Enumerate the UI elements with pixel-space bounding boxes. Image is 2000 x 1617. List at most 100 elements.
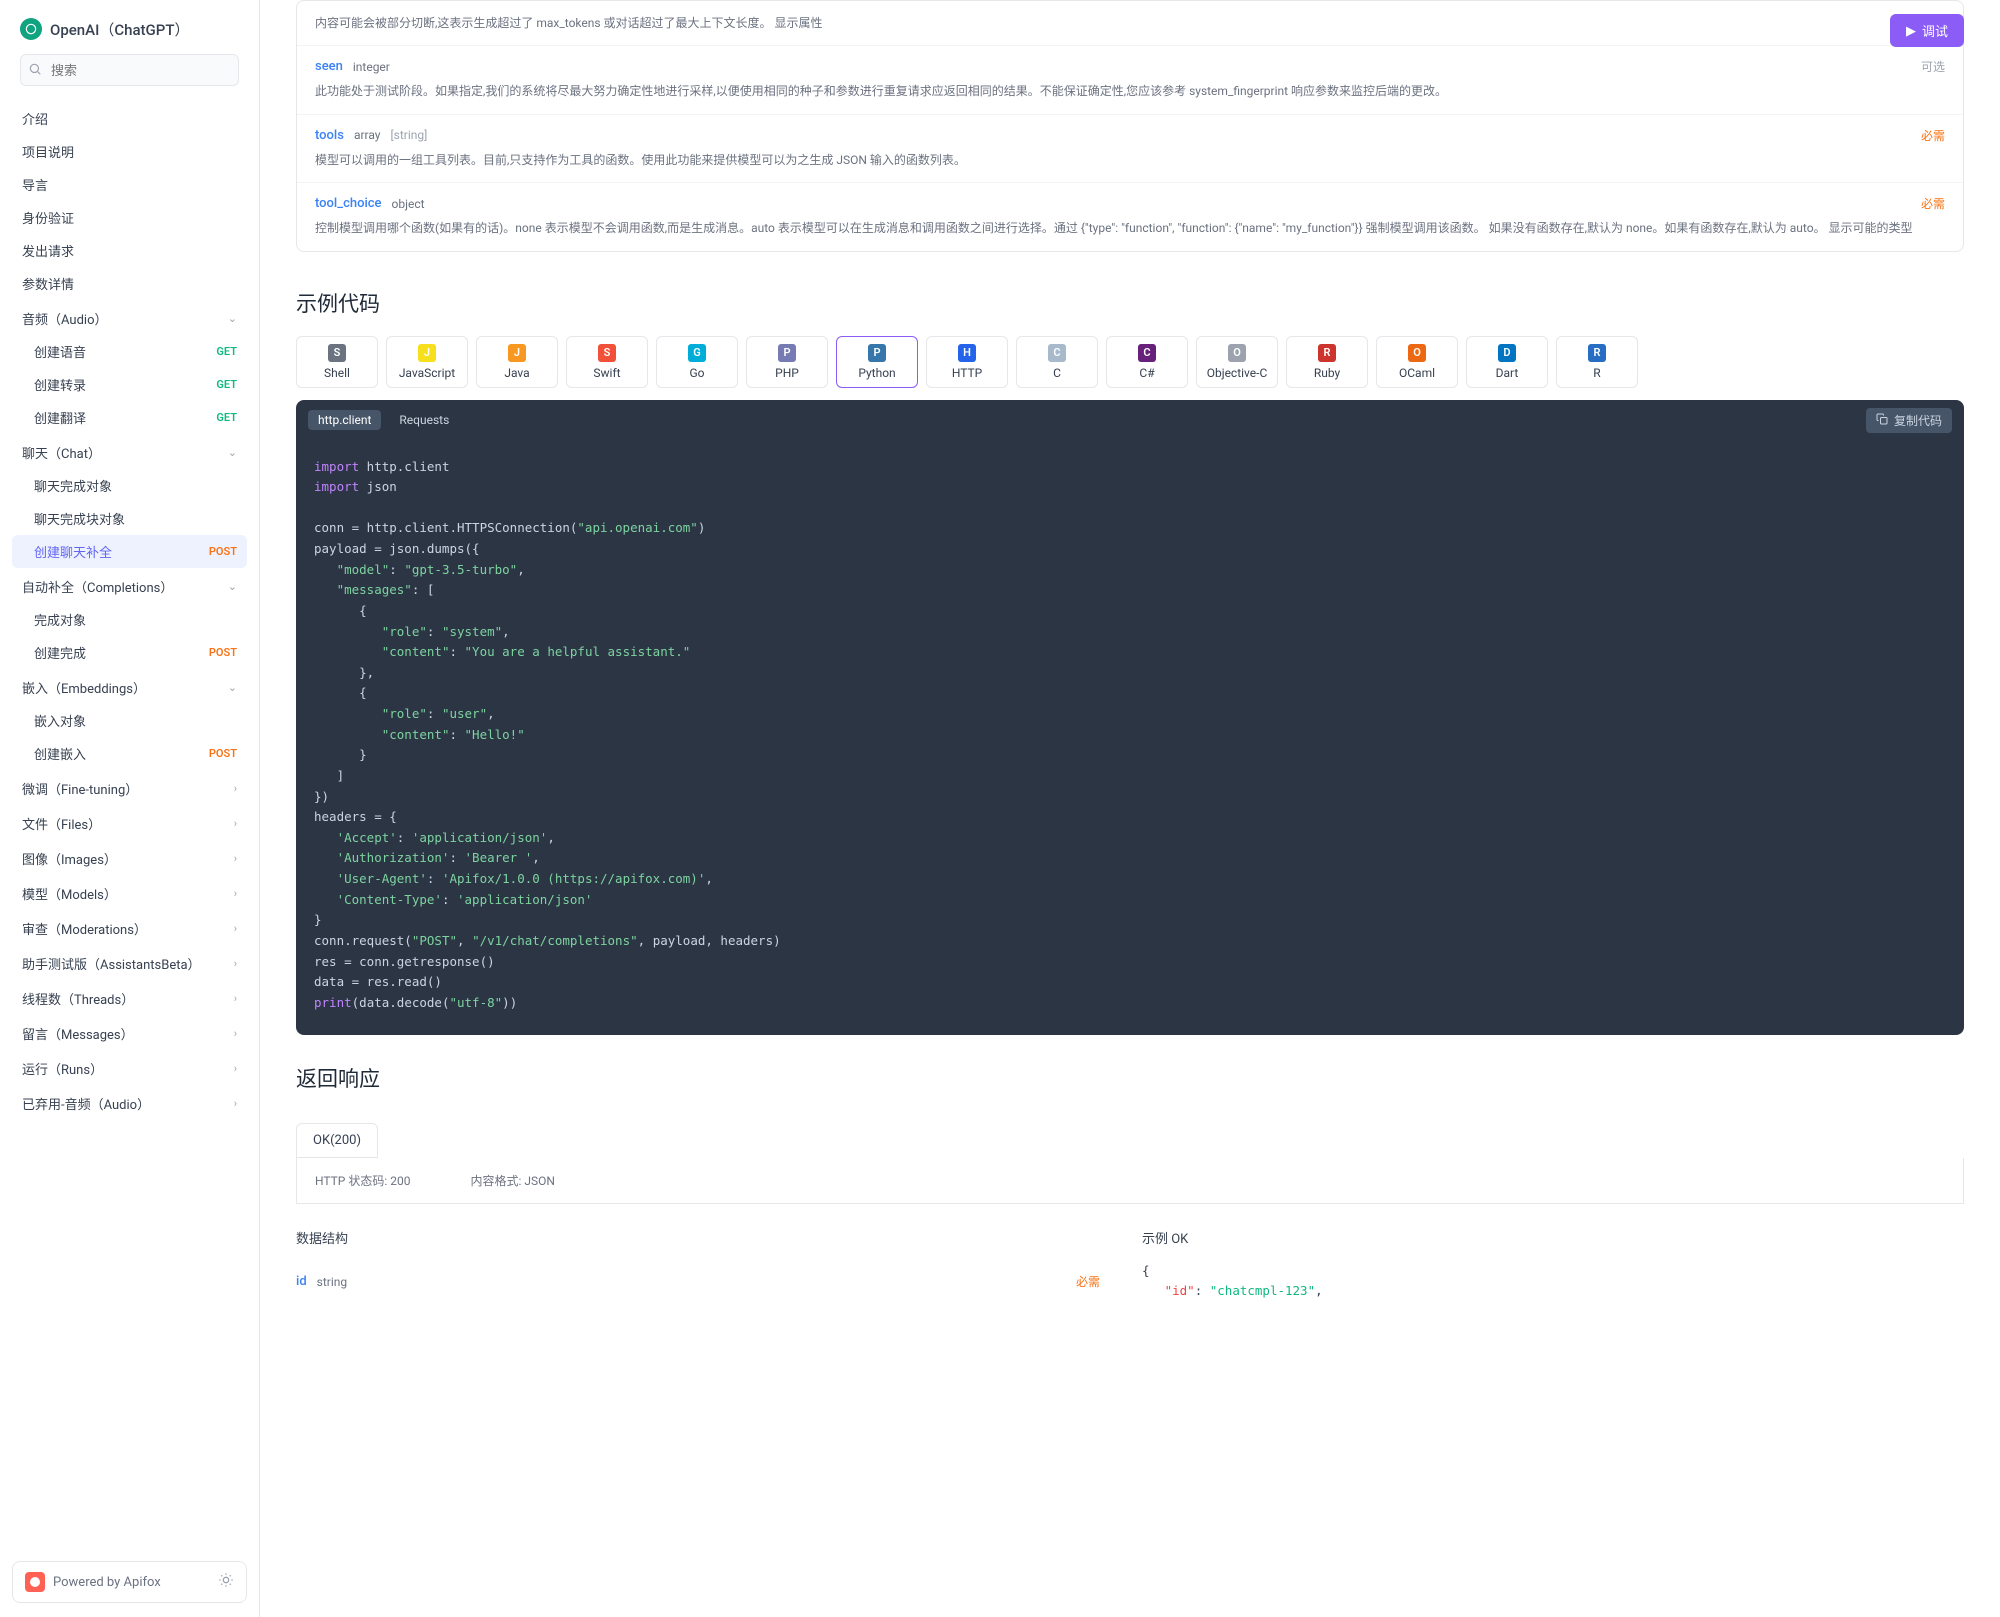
response-tabs: OK(200) (296, 1123, 378, 1158)
nav-section[interactable]: 音频（Audio）⌄ (12, 302, 247, 335)
lang-icon: P (868, 344, 886, 362)
code-sub-tabs: http.client Requests 复制代码 (296, 400, 1964, 441)
chevron-icon: › (234, 992, 237, 1005)
code-tab-requests[interactable]: Requests (389, 410, 459, 430)
code-content[interactable]: import http.client import json conn = ht… (296, 441, 1964, 1036)
nav-item[interactable]: 导言 (12, 168, 247, 201)
struct-item: id string 必需 (296, 1261, 1118, 1308)
lang-tab-dart[interactable]: DDart (1466, 336, 1548, 388)
apifox-icon (25, 1572, 45, 1592)
brand-icon (20, 18, 42, 40)
nav-sub-item[interactable]: 创建转录GET (12, 368, 247, 401)
nav-section[interactable]: 自动补全（Completions）⌄ (12, 570, 247, 603)
nav-section[interactable]: 已弃用-音频（Audio）› (12, 1087, 247, 1120)
nav-sub-item[interactable]: 创建翻译GET (12, 401, 247, 434)
nav-item[interactable]: 参数详情 (12, 267, 247, 300)
theme-icon[interactable] (218, 1572, 234, 1592)
nav-section[interactable]: 微调（Fine-tuning）› (12, 772, 247, 805)
nav-sub-item[interactable]: 创建语音GET (12, 335, 247, 368)
nav-section[interactable]: 模型（Models）› (12, 877, 247, 910)
lang-icon: S (598, 344, 616, 362)
nav-section[interactable]: 嵌入（Embeddings）⌄ (12, 671, 247, 704)
main-content: ▶ 调试 内容可能会被部分切断,这表示生成超过了 max_tokens 或对话超… (260, 0, 2000, 1617)
nav-sub-item[interactable]: 嵌入对象 (12, 704, 247, 737)
lang-tab-r[interactable]: RR (1556, 336, 1638, 388)
chevron-icon: › (234, 887, 237, 900)
param-row: toolsarray[string]必需模型可以调用的一组工具列表。目前,只支持… (297, 114, 1963, 182)
search-box (20, 54, 239, 86)
copy-icon (1876, 413, 1888, 428)
nav-sub-item[interactable]: 聊天完成块对象 (12, 502, 247, 535)
sidebar: OpenAI（ChatGPT） 介绍项目说明导言身份验证发出请求参数详情音频（A… (0, 0, 260, 1617)
nav-item[interactable]: 项目说明 (12, 135, 247, 168)
run-button[interactable]: ▶ 调试 (1890, 14, 1964, 47)
code-block: http.client Requests 复制代码 import http.cl… (296, 400, 1964, 1036)
lang-icon: C (1138, 344, 1156, 362)
response-grid: 数据结构 id string 必需 示例 OK { "id": "chatcmp… (296, 1228, 1964, 1308)
lang-tab-shell[interactable]: SShell (296, 336, 378, 388)
lang-tab-php[interactable]: PPHP (746, 336, 828, 388)
chevron-icon: › (234, 957, 237, 970)
nav-section[interactable]: 图像（Images）› (12, 842, 247, 875)
chevron-icon: › (234, 1097, 237, 1110)
nav-section[interactable]: 审查（Moderations）› (12, 912, 247, 945)
brand-title: OpenAI（ChatGPT） (50, 19, 189, 40)
nav-sub-item[interactable]: 创建嵌入POST (12, 737, 247, 770)
nav-section[interactable]: 聊天（Chat）⌄ (12, 436, 247, 469)
param-row: 内容可能会被部分切断,这表示生成超过了 max_tokens 或对话超过了最大上… (297, 1, 1963, 45)
chevron-icon: ⌄ (228, 580, 237, 593)
nav-sub-item[interactable]: 聊天完成对象 (12, 469, 247, 502)
lang-icon: H (958, 344, 976, 362)
example-title: 示例 OK (1142, 1228, 1964, 1247)
lang-icon: R (1588, 344, 1606, 362)
search-input[interactable] (20, 54, 239, 86)
response-example: { "id": "chatcmpl-123", (1142, 1261, 1964, 1301)
chevron-icon: › (234, 1027, 237, 1040)
nav-section[interactable]: 助手测试版（AssistantsBeta）› (12, 947, 247, 980)
lang-tab-ruby[interactable]: RRuby (1286, 336, 1368, 388)
copy-button[interactable]: 复制代码 (1866, 408, 1952, 433)
lang-icon: O (1228, 344, 1246, 362)
nav-section[interactable]: 留言（Messages）› (12, 1017, 247, 1050)
sidebar-footer: Powered by Apifox (12, 1561, 247, 1603)
footer-text: Powered by Apifox (53, 1575, 161, 1590)
chevron-icon: › (234, 817, 237, 830)
lang-tab-swift[interactable]: SSwift (566, 336, 648, 388)
code-tab-httpclient[interactable]: http.client (308, 410, 381, 430)
play-icon: ▶ (1906, 23, 1916, 39)
nav-sub-item[interactable]: 创建完成POST (12, 636, 247, 669)
chevron-icon: › (234, 1062, 237, 1075)
response-tab-ok[interactable]: OK(200) (297, 1124, 377, 1157)
param-list: 内容可能会被部分切断,这表示生成超过了 max_tokens 或对话超过了最大上… (296, 0, 1964, 252)
lang-tab-http[interactable]: HHTTP (926, 336, 1008, 388)
lang-tab-javascript[interactable]: JJavaScript (386, 336, 468, 388)
search-icon (28, 62, 42, 80)
chevron-icon: › (234, 782, 237, 795)
struct-req: 必需 (1076, 1273, 1100, 1290)
lang-tab-c#[interactable]: CC# (1106, 336, 1188, 388)
param-row: tool_choiceobject必需控制模型调用哪个函数(如果有的话)。non… (297, 182, 1963, 250)
nav-section[interactable]: 运行（Runs）› (12, 1052, 247, 1085)
chevron-icon: ⌄ (228, 681, 237, 694)
nav: 介绍项目说明导言身份验证发出请求参数详情音频（Audio）⌄创建语音GET创建转… (12, 102, 247, 1549)
lang-tab-ocaml[interactable]: OOCaml (1376, 336, 1458, 388)
lang-tab-c[interactable]: CC (1016, 336, 1098, 388)
lang-tab-python[interactable]: PPython (836, 336, 918, 388)
lang-icon: C (1048, 344, 1066, 362)
lang-tab-go[interactable]: GGo (656, 336, 738, 388)
response-meta: HTTP 状态码: 200 内容格式: JSON (296, 1158, 1964, 1204)
lang-icon: S (328, 344, 346, 362)
lang-icon: G (688, 344, 706, 362)
lang-tab-objective-c[interactable]: OObjective-C (1196, 336, 1278, 388)
nav-sub-item[interactable]: 完成对象 (12, 603, 247, 636)
nav-section[interactable]: 线程数（Threads）› (12, 982, 247, 1015)
nav-item[interactable]: 介绍 (12, 102, 247, 135)
nav-item[interactable]: 身份验证 (12, 201, 247, 234)
lang-tab-java[interactable]: JJava (476, 336, 558, 388)
chevron-icon: ⌄ (228, 312, 237, 325)
section-code-title: 示例代码 (296, 288, 1964, 318)
nav-section[interactable]: 文件（Files）› (12, 807, 247, 840)
struct-type: string (317, 1275, 347, 1289)
nav-sub-item[interactable]: 创建聊天补全POST (12, 535, 247, 568)
nav-item[interactable]: 发出请求 (12, 234, 247, 267)
